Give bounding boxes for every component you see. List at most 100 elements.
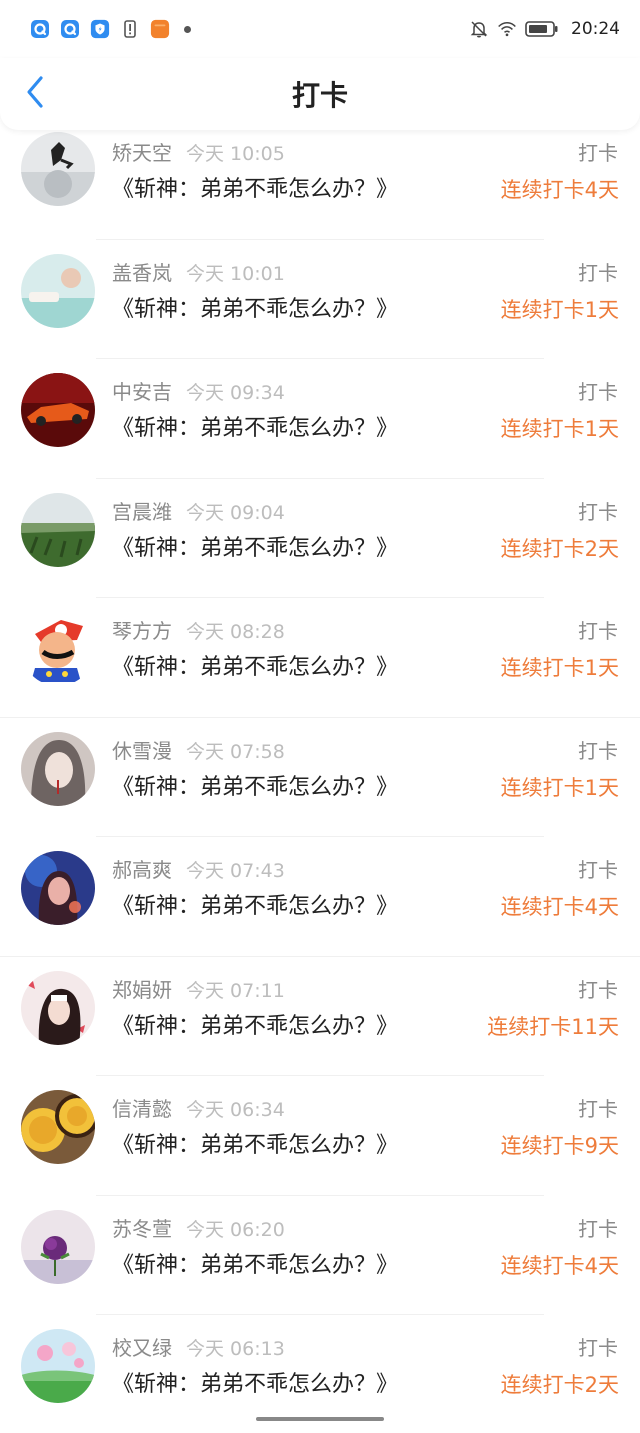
- checkin-time: 今天 09:34: [186, 382, 285, 404]
- checkin-label: 打卡: [578, 380, 618, 404]
- book-title[interactable]: 《斩神：弟弟不乖怎么办？》: [112, 773, 398, 803]
- user-name: 矫天空: [112, 141, 172, 165]
- avatar[interactable]: [21, 492, 95, 567]
- user-name: 休雪漫: [112, 738, 172, 763]
- avatar[interactable]: [21, 970, 95, 1045]
- checkin-label: 打卡: [578, 738, 618, 763]
- list-item[interactable]: 校又绿 今天 06:13 《斩神：弟弟不乖怎么办？》 打卡 连续打卡2天: [0, 1315, 640, 1433]
- user-name-line: 宫晨潍 今天 09:04: [112, 499, 285, 526]
- checkin-label: 打卡: [578, 977, 618, 1002]
- streak-badge: 连续打卡2天: [500, 536, 619, 561]
- avatar[interactable]: [21, 1090, 95, 1164]
- user-name-line: 休雪漫 今天 07:58: [112, 738, 285, 765]
- book-title[interactable]: 《斩神：弟弟不乖怎么办？》: [112, 892, 398, 922]
- user-name-line: 苏冬萱 今天 06:20: [112, 1216, 285, 1243]
- status-left-icons: [30, 19, 469, 39]
- list-item[interactable]: 休雪漫 今天 07:58 《斩神：弟弟不乖怎么办？》 打卡 连续打卡1天: [0, 718, 640, 837]
- checkin-label: 打卡: [578, 260, 618, 285]
- checkin-time: 今天 07:58: [186, 740, 285, 763]
- status-time: 20:24: [571, 19, 620, 39]
- avatar[interactable]: [21, 1329, 95, 1403]
- sim-alert-icon: [120, 19, 140, 39]
- checkin-list: 矫天空 今天 10:05 《斩神：弟弟不乖怎么办？》 打卡 连续打卡4天 盖香岚今…: [0, 120, 640, 1433]
- user-name-line: 盖香岚 今天 10:01: [112, 260, 285, 287]
- list-item[interactable]: 琴方方 今天 08:28 《斩神：弟弟不乖怎么办？》 打卡 连续打卡1天: [0, 598, 640, 718]
- checkin-label: 打卡: [578, 141, 618, 165]
- q-app-icon: [30, 19, 50, 39]
- book-title[interactable]: 《斩神：弟弟不乖怎么办？》: [112, 175, 398, 205]
- user-name-line: 郑娟妍 今天 07:11: [112, 977, 285, 1004]
- user-name-line: 信清懿 今天 06:34: [112, 1096, 285, 1123]
- streak-badge: 连续打卡9天: [500, 1134, 619, 1158]
- checkin-time: 今天 10:05: [186, 143, 285, 165]
- streak-badge: 连续打卡4天: [500, 178, 619, 202]
- status-right-icons: 20:24: [469, 19, 620, 39]
- avatar[interactable]: [21, 612, 95, 686]
- user-name: 宫晨潍: [112, 499, 172, 524]
- page-title: 打卡: [291, 79, 348, 112]
- checkin-time: 今天 06:13: [186, 1338, 285, 1360]
- user-name-line: 中安吉 今天 09:34: [112, 379, 285, 406]
- streak-badge: 连续打卡4天: [500, 1253, 619, 1278]
- checkin-label: 打卡: [578, 1216, 618, 1241]
- list-item[interactable]: 宫晨潍 今天 09:04 《斩神：弟弟不乖怎么办？》 打卡 连续打卡2天: [0, 479, 640, 598]
- checkin-label: 打卡: [578, 1097, 618, 1121]
- nav-bar: 打卡: [0, 58, 640, 130]
- avatar[interactable]: [21, 132, 95, 206]
- user-name: 校又绿: [112, 1336, 172, 1360]
- battery-icon: [525, 19, 559, 39]
- book-title[interactable]: 《斩神：弟弟不乖怎么办？》: [112, 414, 398, 444]
- user-name-line: 郝高爽 今天 07:43: [112, 857, 285, 884]
- checkin-time: 今天 07:43: [186, 860, 285, 882]
- book-title[interactable]: 《斩神：弟弟不乖怎么办？》: [112, 295, 398, 325]
- checkin-time: 今天 07:11: [186, 979, 285, 1002]
- list-item[interactable]: 苏冬萱 今天 06:20 《斩神：弟弟不乖怎么办？》 打卡 连续打卡4天: [0, 1196, 640, 1315]
- avatar[interactable]: [21, 373, 95, 447]
- list-item[interactable]: 信清懿 今天 06:34 《斩神：弟弟不乖怎么办？》 打卡 连续打卡9天: [0, 1076, 640, 1196]
- book-title[interactable]: 《斩神：弟弟不乖怎么办？》: [112, 653, 398, 683]
- checkin-time: 今天 10:01: [186, 262, 285, 285]
- bell-muted-icon: [469, 19, 489, 39]
- streak-badge: 连续打卡11天: [487, 1014, 619, 1039]
- avatar[interactable]: [21, 851, 95, 925]
- checkin-label: 打卡: [578, 858, 618, 882]
- book-title[interactable]: 《斩神：弟弟不乖怎么办？》: [112, 1251, 398, 1281]
- user-name: 琴方方: [112, 619, 172, 643]
- book-title[interactable]: 《斩神：弟弟不乖怎么办？》: [112, 1012, 398, 1042]
- list-item[interactable]: 盖香岚 今天 10:01 《斩神：弟弟不乖怎么办？》 打卡 连续打卡1天: [0, 240, 640, 359]
- user-name: 盖香岚: [112, 260, 172, 285]
- q-app-icon: [60, 19, 80, 39]
- checkin-time: 今天 09:04: [186, 501, 285, 524]
- streak-badge: 连续打卡2天: [500, 1373, 619, 1397]
- book-title[interactable]: 《斩神：弟弟不乖怎么办？》: [112, 1370, 398, 1400]
- user-name: 中安吉: [112, 380, 172, 404]
- list-item[interactable]: 矫天空 今天 10:05 《斩神：弟弟不乖怎么办？》 打卡 连续打卡4天: [0, 120, 640, 240]
- home-indicator[interactable]: [256, 1417, 384, 1421]
- list-item[interactable]: 中安吉 今天 09:34 《斩神：弟弟不乖怎么办？》 打卡 连续打卡1天: [0, 359, 640, 479]
- user-name-line: 琴方方 今天 08:28: [112, 618, 285, 645]
- status-bar: 20:24: [0, 0, 640, 58]
- checkin-time: 今天 08:28: [186, 621, 285, 643]
- book-title[interactable]: 《斩神：弟弟不乖怎么办？》: [112, 534, 398, 564]
- avatar[interactable]: [21, 731, 95, 806]
- streak-badge: 连续打卡1天: [500, 775, 619, 800]
- list-item[interactable]: 郑娟妍 今天 07:11 《斩神：弟弟不乖怎么办？》 打卡 连续打卡11天: [0, 957, 640, 1076]
- user-name: 郝高爽: [112, 858, 172, 882]
- more-dot-icon: [184, 25, 191, 33]
- user-name: 郑娟妍: [112, 977, 172, 1002]
- book-title[interactable]: 《斩神：弟弟不乖怎么办？》: [112, 1131, 398, 1161]
- avatar[interactable]: [21, 253, 95, 328]
- checkin-time: 今天 06:34: [186, 1099, 285, 1121]
- streak-badge: 连续打卡1天: [500, 417, 619, 441]
- list-item[interactable]: 郝高爽 今天 07:43 《斩神：弟弟不乖怎么办？》 打卡 连续打卡4天: [0, 837, 640, 957]
- checkin-label: 打卡: [578, 1336, 618, 1360]
- checkin-time: 今天 06:20: [186, 1218, 285, 1241]
- checkin-label: 打卡: [578, 619, 618, 643]
- shield-app-icon: [90, 19, 110, 39]
- streak-badge: 连续打卡1天: [500, 297, 619, 322]
- avatar[interactable]: [21, 1209, 95, 1284]
- checkin-label: 打卡: [578, 499, 618, 524]
- user-name-line: 校又绿 今天 06:13: [112, 1335, 285, 1362]
- streak-badge: 连续打卡1天: [500, 656, 619, 680]
- user-name: 苏冬萱: [112, 1216, 172, 1241]
